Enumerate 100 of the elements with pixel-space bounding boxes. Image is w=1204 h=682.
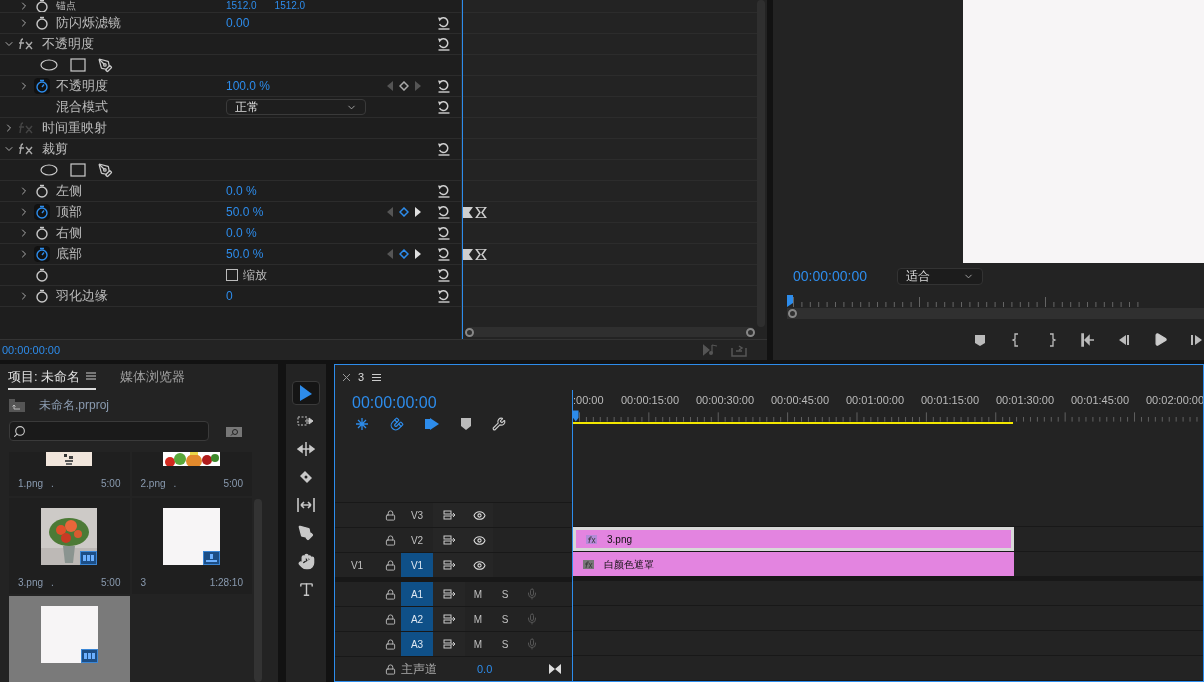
add-marker-icon[interactable]: [461, 418, 471, 430]
ellipse-mask-icon[interactable]: [40, 59, 58, 71]
stopwatch-icon[interactable]: [34, 183, 50, 199]
project-item[interactable]: [9, 596, 130, 682]
keyframe-marker-icon[interactable]: [463, 248, 487, 260]
rectangle-mask-icon[interactable]: [70, 163, 86, 177]
linked-selection-icon[interactable]: [425, 417, 440, 431]
next-keyframe-icon[interactable]: [415, 207, 421, 217]
track-target[interactable]: A1: [401, 582, 433, 606]
property-value[interactable]: 50.0 %: [226, 245, 264, 263]
step-back-icon[interactable]: [1117, 332, 1131, 347]
property-value[interactable]: 50.0 %: [226, 203, 264, 221]
stopwatch-icon[interactable]: [34, 0, 50, 12]
stopwatch-icon[interactable]: [34, 225, 50, 241]
eye-icon[interactable]: [472, 558, 486, 572]
mute-button[interactable]: M: [465, 636, 491, 652]
panel-tab[interactable]: 项目: 未命名: [8, 366, 97, 390]
property-value[interactable]: 0: [226, 287, 233, 305]
project-item[interactable]: 1.png . 5:00: [9, 452, 130, 496]
panel-tab[interactable]: 媒体浏览器: [120, 366, 186, 390]
track-target[interactable]: V1: [401, 553, 433, 577]
lock-icon[interactable]: [384, 638, 396, 650]
property-value[interactable]: 0.0 %: [226, 182, 257, 200]
reset-icon[interactable]: [437, 289, 451, 303]
lock-icon[interactable]: [384, 588, 396, 600]
go-to-in-icon[interactable]: [1081, 332, 1095, 347]
solo-button[interactable]: S: [491, 586, 519, 602]
clip[interactable]: 白颜色遮罩: [573, 552, 1014, 576]
mute-button[interactable]: M: [465, 586, 491, 602]
property-value[interactable]: 1512.0: [226, 0, 257, 12]
property-value[interactable]: 100.0 %: [226, 77, 271, 95]
keyframe-diamond-icon[interactable]: [399, 207, 409, 217]
lock-icon[interactable]: [384, 613, 396, 625]
track-height-icon[interactable]: [549, 664, 561, 674]
step-forward-icon[interactable]: [1190, 332, 1204, 347]
property-value[interactable]: 1512.0: [274, 0, 306, 12]
reset-icon[interactable]: [437, 268, 451, 282]
stopwatch-icon[interactable]: [34, 204, 50, 220]
fx-toggle-icon[interactable]: [18, 122, 34, 134]
settings-icon[interactable]: [492, 417, 506, 431]
master-volume[interactable]: 0.0: [477, 660, 549, 678]
stopwatch-icon[interactable]: [34, 15, 50, 31]
keyframe-diamond-icon[interactable]: [399, 81, 409, 91]
sync-lock-icon[interactable]: [442, 560, 456, 570]
close-icon[interactable]: [343, 374, 350, 381]
stopwatch-icon[interactable]: [34, 267, 50, 283]
project-item[interactable]: 2.png . 5:00: [131, 452, 252, 496]
solo-button[interactable]: S: [491, 611, 519, 627]
zoom-scroll-bar[interactable]: [787, 308, 1204, 319]
lock-icon[interactable]: [384, 534, 396, 546]
blend-mode-dropdown[interactable]: 正常: [226, 99, 366, 115]
stopwatch-icon[interactable]: [34, 78, 50, 94]
sync-lock-icon[interactable]: [442, 510, 456, 520]
project-item[interactable]: 3 1:28:10: [131, 498, 252, 594]
ellipse-mask-icon[interactable]: [40, 164, 58, 176]
track-target[interactable]: A2: [401, 607, 433, 631]
selection-tool-icon[interactable]: [292, 381, 320, 405]
timeline-timecode[interactable]: 00:00:00:00: [352, 393, 572, 413]
property-value[interactable]: 0.00: [226, 14, 250, 32]
next-keyframe-icon[interactable]: [415, 249, 421, 259]
eye-icon[interactable]: [472, 533, 486, 547]
keyframe-diamond-icon[interactable]: [399, 249, 409, 259]
sync-lock-icon[interactable]: [442, 639, 456, 649]
sync-lock-icon[interactable]: [442, 589, 456, 599]
fx-toggle-icon[interactable]: [18, 38, 34, 50]
project-item[interactable]: 3.png . 5:00: [9, 498, 130, 594]
track-target[interactable]: V2: [401, 528, 433, 552]
clip[interactable]: 3.png: [573, 527, 1014, 551]
nest-toggle-icon[interactable]: [355, 417, 369, 431]
zoom-dropdown[interactable]: 适合: [897, 267, 983, 285]
stopwatch-icon[interactable]: [34, 246, 50, 262]
pen-mask-icon[interactable]: [98, 57, 113, 73]
mute-button[interactable]: M: [465, 611, 491, 627]
fx-toggle-icon[interactable]: [18, 143, 34, 155]
reset-icon[interactable]: [437, 37, 451, 51]
reset-icon[interactable]: [437, 100, 451, 114]
scale-checkbox[interactable]: 缩放: [226, 266, 437, 284]
reset-icon[interactable]: [437, 16, 451, 30]
reset-icon[interactable]: [437, 247, 451, 261]
find-icon[interactable]: [226, 425, 242, 437]
sync-lock-icon[interactable]: [442, 535, 456, 545]
sequence-tab[interactable]: 3: [358, 369, 365, 386]
snap-icon[interactable]: [390, 417, 404, 431]
timecode[interactable]: 00:00:00:00: [2, 341, 703, 359]
solo-button[interactable]: S: [491, 636, 519, 652]
search-field[interactable]: [9, 421, 209, 441]
horizontal-scrollbar[interactable]: [465, 327, 755, 337]
source-patch[interactable]: V1: [350, 557, 364, 573]
folder-up-icon[interactable]: [9, 398, 25, 412]
reset-icon[interactable]: [437, 142, 451, 156]
track-target[interactable]: V3: [401, 503, 433, 527]
track-target[interactable]: A3: [401, 632, 433, 656]
playhead-marker-icon[interactable]: [787, 295, 793, 307]
add-marker-icon[interactable]: [973, 332, 987, 347]
reset-icon[interactable]: [437, 205, 451, 219]
lock-icon[interactable]: [384, 509, 396, 521]
reset-icon[interactable]: [437, 226, 451, 240]
reset-icon[interactable]: [437, 79, 451, 93]
keyframe-marker-icon[interactable]: [463, 206, 487, 218]
lock-icon[interactable]: [384, 663, 396, 675]
